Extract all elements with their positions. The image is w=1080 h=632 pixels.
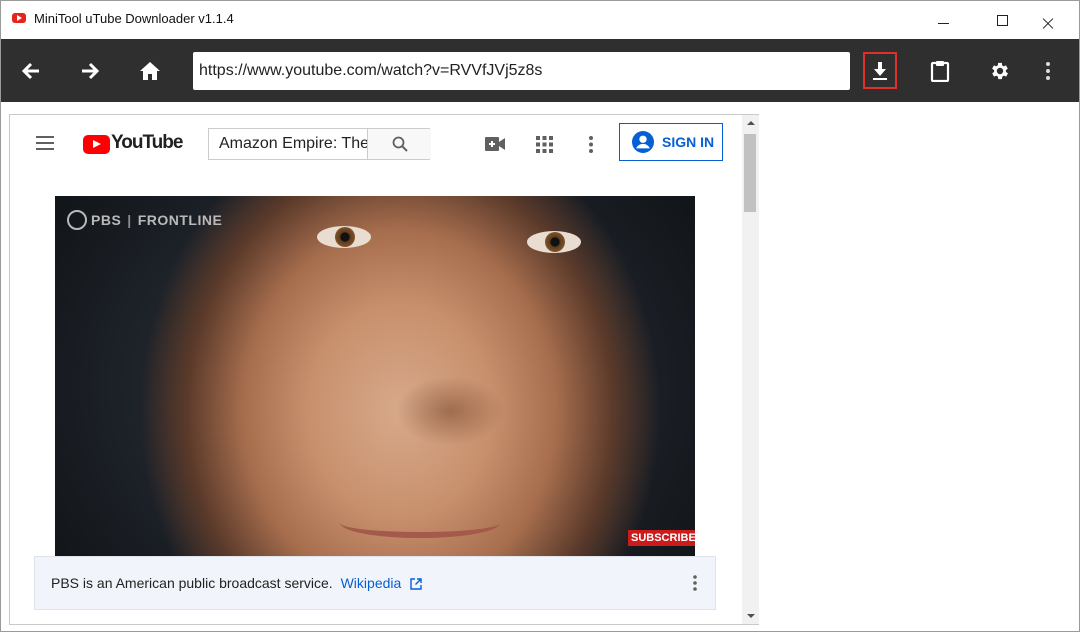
info-text-row: PBS is an American public broadcast serv… [51,575,422,591]
more-vertical-icon [589,135,593,153]
sign-in-label: SIGN IN [662,134,715,150]
maximize-button[interactable] [979,1,1025,39]
video-frame-detail [395,376,505,446]
home-button[interactable] [132,53,168,89]
video-camera-plus-icon [485,137,505,151]
info-more-button[interactable] [685,571,705,595]
download-icon [873,61,887,80]
address-bar[interactable] [193,52,850,90]
download-button[interactable] [863,52,897,89]
youtube-search-input[interactable] [219,129,367,159]
youtube-search-box[interactable] [208,128,431,160]
apps-grid-icon [535,135,553,153]
youtube-logo-icon[interactable] [83,135,110,154]
close-button[interactable] [1025,1,1071,39]
external-link-icon[interactable] [410,578,422,590]
youtube-more-button[interactable] [580,133,602,155]
download-panel [759,102,1079,631]
arrow-right-icon [82,62,100,80]
wikipedia-link[interactable]: Wikipedia [341,575,402,591]
settings-button[interactable] [982,53,1018,89]
sign-in-button[interactable]: SIGN IN [619,123,723,161]
pbs-frontline-watermark: PBS | FRONTLINE [67,210,222,230]
subscribe-watermark[interactable]: SUBSCRIBE [628,530,695,546]
app-window: MiniTool uTube Downloader v1.1.4 https:/… [0,0,1080,632]
pbs-logo-icon [67,210,87,230]
scroll-down-button[interactable] [742,607,759,624]
clipboard-button[interactable] [922,53,958,89]
window-title: MiniTool uTube Downloader v1.1.4 [34,11,234,26]
gear-icon [992,62,1008,80]
app-logo-icon [12,13,26,23]
scroll-up-button[interactable] [742,115,759,132]
pbs-brand: PBS [91,212,122,228]
back-button[interactable] [13,53,49,89]
home-icon [140,62,160,80]
more-options-button[interactable] [1038,53,1058,89]
browser-view: YouTube SI [9,114,760,625]
info-text: PBS is an American public broadcast serv… [51,575,333,591]
url-input[interactable] [199,52,839,90]
video-frame-detail [340,508,500,538]
clipboard-icon [930,61,950,82]
arrow-left-icon [21,62,39,80]
youtube-logo-text[interactable]: YouTube [111,132,183,154]
vertical-scrollbar[interactable] [742,115,759,624]
video-player[interactable]: PBS | FRONTLINE SUBSCRIBE [55,196,695,556]
user-avatar-icon [632,131,654,153]
video-frame-detail [527,231,581,253]
title-bar: MiniTool uTube Downloader v1.1.4 [1,1,1079,39]
more-vertical-icon [693,575,697,591]
create-video-button[interactable] [484,133,506,155]
program-name: FRONTLINE [137,212,223,228]
minimize-button[interactable] [921,1,967,39]
youtube-header: YouTube SI [10,115,742,171]
forward-button[interactable] [72,53,108,89]
info-panel: PBS is an American public broadcast serv… [34,556,716,610]
hamburger-menu-icon[interactable] [36,135,56,151]
video-frame-detail [317,226,371,248]
scrollbar-thumb[interactable] [744,134,756,212]
apps-button[interactable] [533,133,555,155]
youtube-search-button[interactable] [367,129,431,159]
more-vertical-icon [1046,62,1050,80]
toolbar [1,39,1079,102]
search-icon [392,136,408,152]
